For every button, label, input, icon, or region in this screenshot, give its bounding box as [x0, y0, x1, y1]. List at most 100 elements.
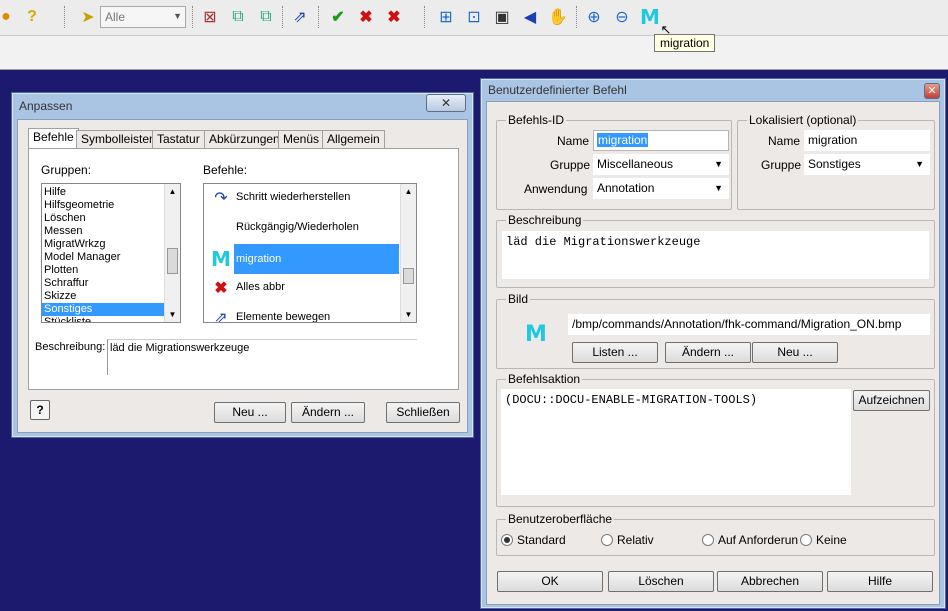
commands-scrollbar[interactable]: ▲ ▼ — [400, 184, 416, 322]
record-button[interactable]: Aufzeichnen — [853, 390, 930, 411]
help-button[interactable]: Hilfe — [827, 571, 933, 592]
help-icon[interactable]: ? — [30, 400, 50, 420]
change-button[interactable]: Ändern ... — [291, 402, 365, 423]
check-icon[interactable]: ✔ — [326, 5, 350, 29]
group-list-item[interactable]: Messen — [42, 225, 180, 238]
name-label: Name — [557, 134, 590, 148]
scroll-down-icon[interactable]: ▼ — [401, 307, 416, 322]
main-toolbar: ● ? ➤ Alle ▼ ⊠ ⧉ ⧉ ⇗ ✔ ✖ ✖ ⊞ ⊡ ▣ ◀ ✋ ⊕ ⊖… — [0, 0, 948, 37]
command-item[interactable]: ↷ Schritt wiederherstellen — [204, 184, 401, 214]
tab-bar: Befehle Symbolleisten Tastatur Abkürzung… — [28, 128, 458, 150]
zoom-in-icon[interactable]: ⊕ — [582, 5, 606, 29]
move-icon[interactable]: ⇗ — [288, 5, 312, 29]
image-path-input[interactable]: /bmp/commands/Annotation/fhk-command/Mig… — [568, 314, 930, 335]
back-icon[interactable]: ◀ — [518, 5, 542, 29]
list-button[interactable]: Listen ... — [572, 342, 658, 363]
scroll-up-icon[interactable]: ▲ — [165, 184, 180, 199]
group-list-item[interactable]: Hilfsgeometrie — [42, 199, 180, 212]
copy-icon[interactable]: ⧉ — [226, 5, 250, 29]
tab-panel: Gruppen: Befehle: Hilfe Hilfsgeometrie Lös… — [28, 148, 459, 390]
description-label: Beschreibung: — [35, 341, 106, 353]
scroll-thumb[interactable] — [403, 268, 414, 284]
groups-list[interactable]: Hilfe Hilfsgeometrie Löschen Messen MigratWr… — [41, 183, 181, 323]
group-label: Bild — [506, 292, 531, 306]
group-list-item[interactable]: Sonstiges — [42, 303, 180, 316]
pan-icon[interactable]: ✋ — [546, 5, 570, 29]
zoom-out-icon[interactable]: ⊖ — [610, 5, 634, 29]
command-item[interactable]: ⇗ Elemente bewegen — [204, 304, 401, 322]
application-select[interactable]: Annotation ▼ — [593, 178, 729, 199]
application-select-value: Annotation — [597, 181, 655, 195]
group-list-item[interactable]: Schraffur — [42, 277, 180, 290]
tab-allgemein[interactable]: Allgemein — [322, 130, 385, 148]
tab-tastatur[interactable]: Tastatur — [152, 130, 205, 148]
group-list-item[interactable]: Skizze — [42, 290, 180, 303]
scroll-down-icon[interactable]: ▼ — [165, 307, 180, 322]
name-input[interactable]: migration — [593, 130, 729, 151]
new-button[interactable]: Neu ... — [214, 402, 286, 423]
radio-label: Keine — [816, 533, 847, 547]
group-list-item[interactable]: Stückliste — [42, 316, 180, 322]
radio-label: Standard — [517, 533, 566, 547]
command-id-group: Befehls-ID Name migration Gruppe Miscell… — [496, 113, 732, 210]
filter-select[interactable]: Alle ▼ — [100, 6, 186, 28]
redo-icon: ↷ — [214, 190, 228, 207]
new-image-button[interactable]: Neu ... — [752, 342, 838, 363]
change-image-button[interactable]: Ändern ... — [665, 342, 751, 363]
tab-symbolleisten[interactable]: Symbolleisten — [76, 130, 161, 148]
group-list-item[interactable]: MigratWrkzg — [42, 238, 180, 251]
description-text: läd die Migrationswerkzeuge — [110, 342, 250, 354]
radio-relativ[interactable]: Relativ — [601, 533, 654, 547]
toolbar-separator — [424, 6, 425, 28]
chevron-down-icon: ▼ — [915, 159, 924, 169]
group-list-item[interactable]: Löschen — [42, 212, 180, 225]
select-arrow-icon[interactable]: ➤ — [76, 5, 100, 29]
info-icon[interactable]: ● — [0, 5, 18, 29]
cancel-button[interactable]: Abbrechen — [717, 571, 823, 592]
description-textarea[interactable]: läd die Migrationswerkzeuge — [502, 231, 929, 279]
command-item[interactable]: ✖ Alles abbr — [204, 274, 401, 304]
radio-standard[interactable]: Standard — [501, 533, 566, 547]
close-button[interactable]: Schließen — [386, 402, 460, 423]
tab-menues[interactable]: Menüs — [278, 130, 325, 148]
toolbar-separator — [576, 6, 577, 28]
group-label: Befehls-ID — [506, 113, 567, 127]
action-textarea[interactable]: (DOCU::DOCU-ENABLE-MIGRATION-TOOLS) — [501, 389, 851, 495]
description-box: läd die Migrationswerkzeuge — [107, 339, 417, 375]
zoom-window-icon[interactable]: ⊡ — [462, 5, 486, 29]
delete-icon[interactable]: ⊠ — [198, 5, 222, 29]
window-body: Befehle Symbolleisten Tastatur Abkürzung… — [17, 119, 468, 433]
toolbar-separator — [64, 6, 65, 28]
command-label: migration — [234, 244, 399, 274]
tab-befehle[interactable]: Befehle — [28, 128, 79, 148]
help-icon[interactable]: ? — [20, 5, 44, 29]
view-icon[interactable]: ▣ — [490, 5, 514, 29]
command-item[interactable]: Rückgängig/Wiederholen — [204, 214, 401, 244]
groups-scrollbar[interactable]: ▲ ▼ — [164, 184, 180, 322]
command-label: Rückgängig/Wiederholen — [236, 221, 359, 233]
secondary-toolbar — [0, 36, 948, 70]
zoom-fit-icon[interactable]: ⊞ — [434, 5, 458, 29]
close-icon[interactable]: ✕ — [426, 94, 466, 112]
group-list-item[interactable]: Model Manager — [42, 251, 180, 264]
radio-keine[interactable]: Keine — [800, 533, 847, 547]
localized-name-input[interactable]: migration — [804, 130, 930, 151]
cancel-all-icon[interactable]: ✖ — [382, 5, 406, 29]
tab-abkuerzungen[interactable]: Abkürzungen — [204, 130, 285, 148]
ok-button[interactable]: OK — [497, 571, 603, 592]
scroll-thumb[interactable] — [167, 248, 178, 274]
image-group: Bild M /bmp/commands/Annotation/fhk-comm… — [496, 292, 935, 369]
group-select[interactable]: Miscellaneous ▼ — [593, 154, 729, 175]
commands-list[interactable]: ↷ Schritt wiederherstellen Rückgängig/Wi… — [203, 183, 417, 323]
paste-icon[interactable]: ⧉ — [254, 5, 278, 29]
cancel-all-icon: ✖ — [214, 280, 228, 297]
scroll-up-icon[interactable]: ▲ — [401, 184, 416, 199]
localized-group-select[interactable]: Sonstiges ▼ — [804, 154, 930, 175]
radio-auf-anforderung[interactable]: Auf Anforderun — [702, 533, 798, 547]
delete-button[interactable]: Löschen — [608, 571, 714, 592]
group-list-item[interactable]: Hilfe — [42, 186, 180, 199]
command-item-selected[interactable]: M migration — [204, 244, 401, 274]
group-list-item[interactable]: Plotten — [42, 264, 180, 277]
close-icon[interactable]: ✕ — [924, 83, 940, 99]
cancel-icon[interactable]: ✖ — [354, 5, 378, 29]
